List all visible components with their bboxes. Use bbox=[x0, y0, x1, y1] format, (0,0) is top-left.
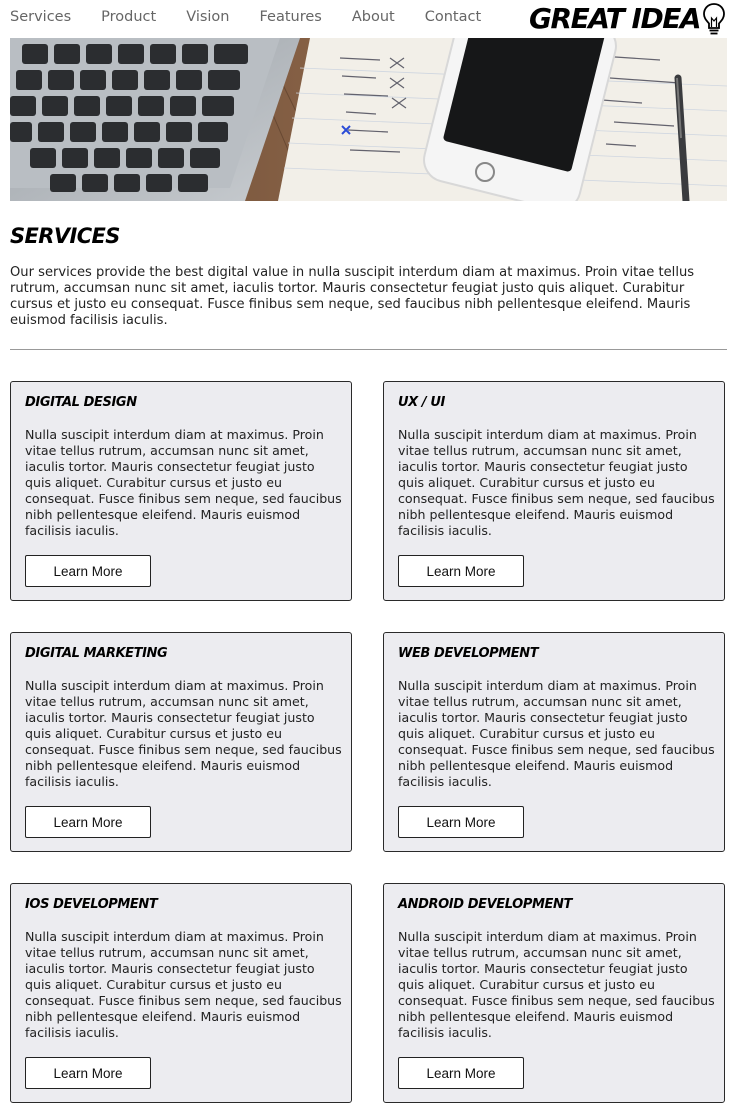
lightbulb-icon bbox=[703, 3, 725, 35]
nav-item-contact[interactable]: Contact bbox=[425, 9, 481, 25]
card-body: Nulla suscipit interdum diam at maximus.… bbox=[398, 678, 715, 789]
learn-more-button[interactable]: Learn More bbox=[25, 1057, 151, 1089]
service-card-digital-design: DIGITAL DESIGN Nulla suscipit interdum d… bbox=[10, 381, 352, 601]
service-card-web-development: WEB DEVELOPMENT Nulla suscipit interdum … bbox=[383, 632, 725, 852]
main-nav: Services Product Vision Features About C… bbox=[10, 9, 511, 25]
learn-more-button[interactable]: Learn More bbox=[398, 555, 524, 587]
section-title: SERVICES bbox=[10, 224, 120, 248]
nav-item-about[interactable]: About bbox=[352, 9, 395, 25]
services-intro: Our services provide the best digital va… bbox=[10, 265, 695, 328]
service-card-ux-ui: UX / UI Nulla suscipit interdum diam at … bbox=[383, 381, 725, 601]
divider bbox=[10, 349, 727, 350]
card-title: DIGITAL DESIGN bbox=[25, 395, 137, 410]
logo-text: GREAT IDEA bbox=[529, 2, 701, 35]
service-card-ios-development: IOS DEVELOPMENT Nulla suscipit interdum … bbox=[10, 883, 352, 1103]
card-title: ANDROID DEVELOPMENT bbox=[398, 897, 572, 912]
service-card-android-development: ANDROID DEVELOPMENT Nulla suscipit inter… bbox=[383, 883, 725, 1103]
nav-item-vision[interactable]: Vision bbox=[186, 9, 229, 25]
card-body: Nulla suscipit interdum diam at maximus.… bbox=[398, 427, 715, 538]
nav-item-product[interactable]: Product bbox=[101, 9, 156, 25]
card-body: Nulla suscipit interdum diam at maximus.… bbox=[398, 929, 715, 1040]
learn-more-button[interactable]: Learn More bbox=[25, 806, 151, 838]
header: Services Product Vision Features About C… bbox=[10, 0, 727, 38]
card-body: Nulla suscipit interdum diam at maximus.… bbox=[25, 929, 342, 1040]
card-title: DIGITAL MARKETING bbox=[25, 646, 168, 661]
nav-item-features[interactable]: Features bbox=[260, 9, 322, 25]
card-body: Nulla suscipit interdum diam at maximus.… bbox=[25, 678, 342, 789]
service-card-digital-marketing: DIGITAL MARKETING Nulla suscipit interdu… bbox=[10, 632, 352, 852]
nav-item-services[interactable]: Services bbox=[10, 9, 71, 25]
learn-more-button[interactable]: Learn More bbox=[398, 806, 524, 838]
hero-photo bbox=[10, 38, 727, 201]
card-title: IOS DEVELOPMENT bbox=[25, 897, 158, 912]
learn-more-button[interactable]: Learn More bbox=[398, 1057, 524, 1089]
card-title: UX / UI bbox=[398, 395, 445, 410]
card-title: WEB DEVELOPMENT bbox=[398, 646, 539, 661]
page: Services Product Vision Features About C… bbox=[10, 0, 727, 1103]
learn-more-button[interactable]: Learn More bbox=[25, 555, 151, 587]
card-body: Nulla suscipit interdum diam at maximus.… bbox=[25, 427, 342, 538]
hero-image bbox=[10, 38, 727, 201]
logo[interactable]: GREAT IDEA bbox=[529, 0, 727, 38]
